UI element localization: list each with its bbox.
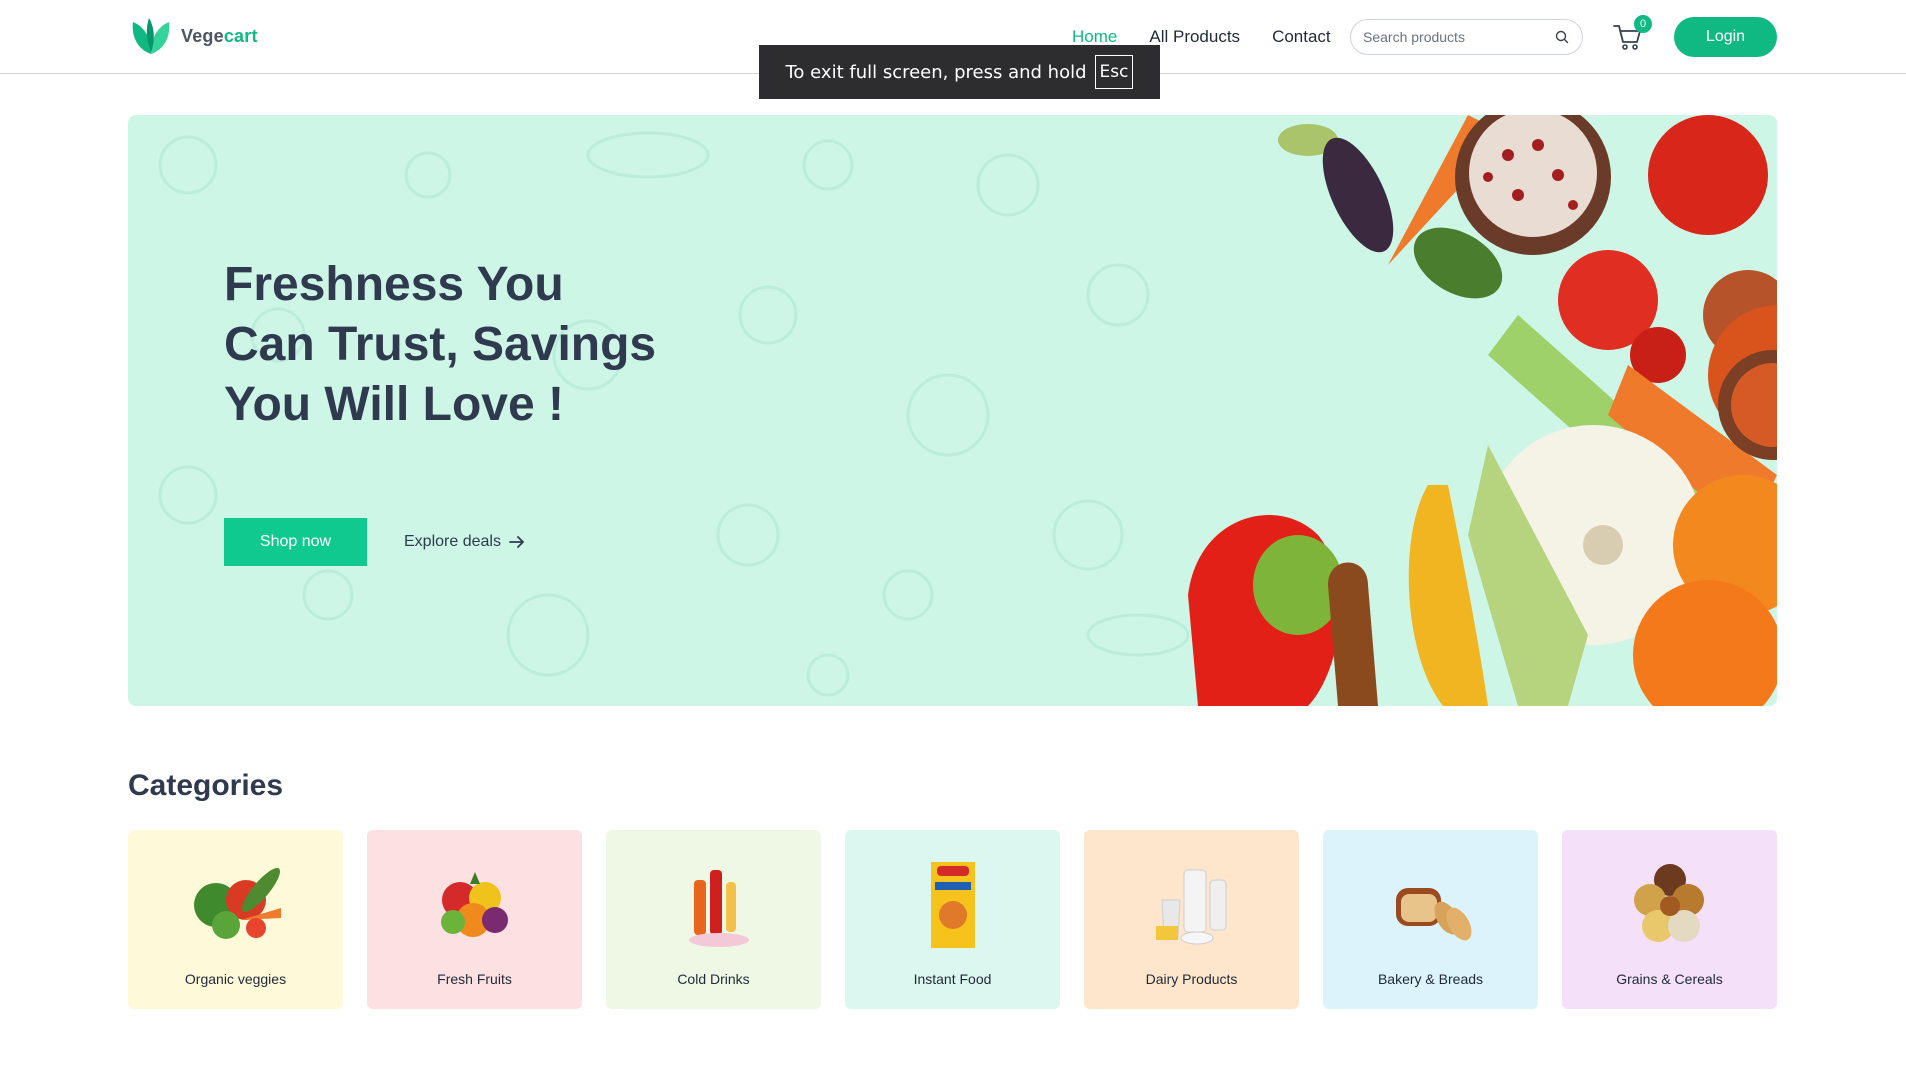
- grains-cereals-image: [1633, 864, 1704, 942]
- category-card-organic-veggies[interactable]: Organic veggies: [128, 830, 343, 1009]
- esc-key-hint: Esc: [1094, 55, 1134, 89]
- shop-now-button[interactable]: Shop now: [224, 518, 367, 566]
- brand-name: Vegecart: [181, 25, 258, 46]
- category-card-bakery-breads[interactable]: Bakery & Breads: [1323, 830, 1538, 1009]
- fresh-fruits-image: [440, 872, 508, 937]
- arrow-right-icon: [509, 536, 524, 548]
- category-label: Fresh Fruits: [437, 971, 512, 987]
- category-list: Organic veggies Fresh Fruits Cold Drinks…: [128, 830, 1777, 1009]
- cart-count-badge: 0: [1634, 15, 1652, 33]
- category-label: Grains & Cereals: [1616, 971, 1723, 987]
- main-nav: Home All Products Contact: [1072, 27, 1331, 47]
- search-box: [1350, 19, 1583, 55]
- search-icon[interactable]: [1554, 29, 1570, 45]
- search-input[interactable]: [1363, 29, 1554, 45]
- hero-banner: Freshness You Can Trust, Savings You Wil…: [128, 115, 1777, 706]
- fullscreen-exit-toast: To exit full screen, press and hold Esc: [759, 45, 1160, 99]
- category-label: Organic veggies: [184, 971, 287, 987]
- vegetables-image: [1188, 115, 1777, 706]
- category-label: Bakery & Breads: [1377, 971, 1484, 987]
- dairy-products-image: [1155, 869, 1226, 945]
- instant-food-image: [930, 862, 975, 948]
- category-label: Instant Food: [913, 971, 992, 987]
- cold-drinks-image: [688, 870, 749, 947]
- hero-actions: Shop now Explore deals: [224, 518, 525, 566]
- toast-text: To exit full screen, press and hold: [785, 61, 1087, 83]
- nav-all-products[interactable]: All Products: [1149, 27, 1240, 47]
- hero-title: Freshness You Can Trust, Savings You Wil…: [224, 258, 657, 431]
- nav-contact[interactable]: Contact: [1272, 27, 1331, 47]
- organic-veggies-image: [193, 867, 281, 939]
- category-label: Dairy Products: [1145, 971, 1238, 987]
- category-card-cold-drinks[interactable]: Cold Drinks: [606, 830, 821, 1009]
- category-card-instant-food[interactable]: Instant Food: [845, 830, 1060, 1009]
- category-card-dairy-products[interactable]: Dairy Products: [1084, 830, 1299, 1009]
- category-label: Cold Drinks: [677, 971, 750, 987]
- category-card-grains-cereals[interactable]: Grains & Cereals: [1562, 830, 1777, 1009]
- login-button[interactable]: Login: [1674, 17, 1777, 57]
- categories-title: Categories: [128, 769, 284, 802]
- explore-deals-label: Explore deals: [404, 533, 501, 550]
- explore-deals-link[interactable]: Explore deals: [404, 533, 525, 551]
- category-card-fresh-fruits[interactable]: Fresh Fruits: [367, 830, 582, 1009]
- leaf-logo-icon: [132, 18, 170, 54]
- nav-home[interactable]: Home: [1072, 27, 1117, 47]
- brand-logo[interactable]: Vegecart: [129, 16, 258, 56]
- bakery-breads-image: [1395, 888, 1471, 941]
